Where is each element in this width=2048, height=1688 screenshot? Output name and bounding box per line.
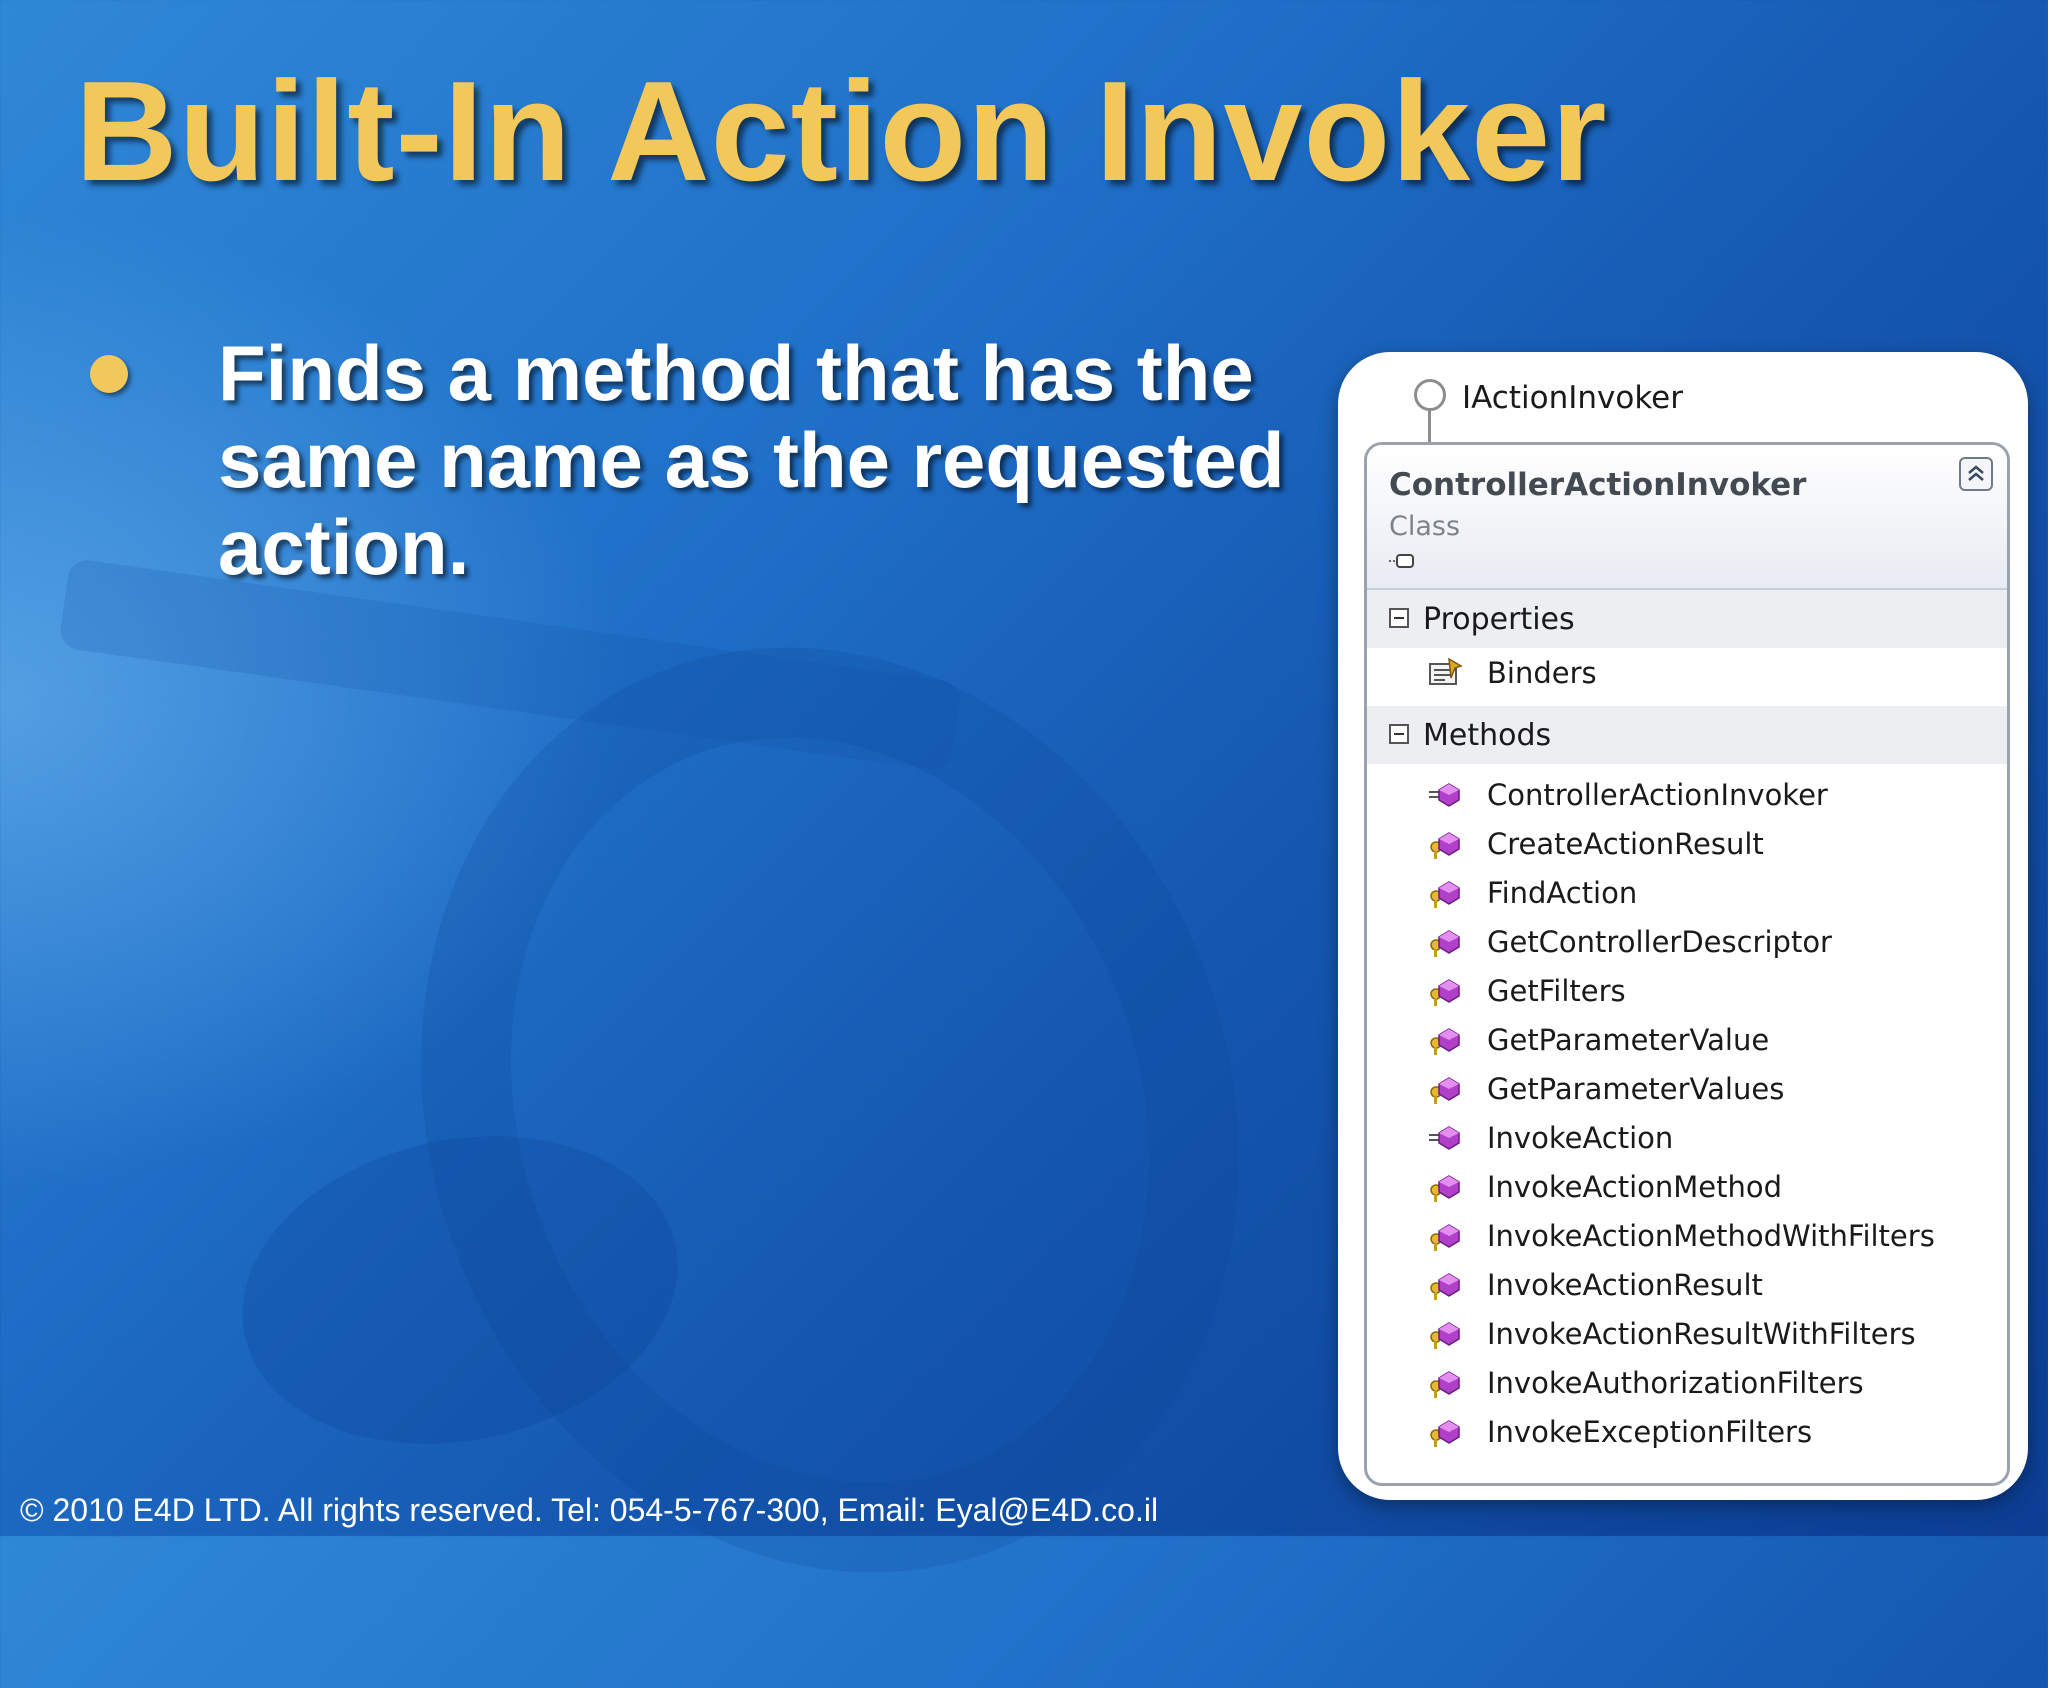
public-method-icon <box>1429 783 1460 807</box>
slide-title: Built-In Action Invoker <box>75 52 1608 211</box>
class-header[interactable]: ControllerActionInvoker Class <box>1367 445 2007 590</box>
method-label: InvokeActionResultWithFilters <box>1487 1317 1916 1351</box>
method-item[interactable]: InvokeActionMethodWithFilters <box>1367 1211 2007 1260</box>
class-diagram-panel: IActionInvoker ControllerActionInvoker C… <box>1338 352 2028 1500</box>
class-base-icon <box>1389 554 1414 568</box>
method-item[interactable]: InvokeExceptionFilters <box>1367 1407 2007 1456</box>
protected-method-icon <box>1430 1371 1460 1398</box>
collapse-icon[interactable] <box>1959 457 1993 491</box>
property-icon <box>1429 657 1463 685</box>
protected-method-icon <box>1430 1273 1460 1300</box>
methods-list: ControllerActionInvoker CreateActionResul… <box>1367 764 2007 1456</box>
method-item[interactable]: InvokeAuthorizationFilters <box>1367 1358 2007 1407</box>
collapse-properties-icon[interactable] <box>1389 608 1409 628</box>
method-label: InvokeActionMethodWithFilters <box>1487 1219 1935 1253</box>
method-label: InvokeAction <box>1487 1121 1674 1155</box>
method-item[interactable]: CreateActionResult <box>1367 819 2007 868</box>
method-item[interactable]: InvokeActionMethod <box>1367 1162 2007 1211</box>
protected-method-icon <box>1430 1420 1460 1447</box>
protected-method-icon <box>1430 1322 1460 1349</box>
watermark-oval <box>213 1097 707 1483</box>
interface-label: IActionInvoker <box>1462 380 1683 416</box>
method-label: InvokeExceptionFilters <box>1487 1415 1813 1449</box>
method-item[interactable]: InvokeActionResultWithFilters <box>1367 1309 2007 1358</box>
properties-section-header[interactable]: Properties <box>1367 590 2007 648</box>
method-item[interactable]: InvokeAction <box>1367 1113 2007 1162</box>
double-chevron-up-icon <box>1968 465 1984 481</box>
method-item[interactable]: GetControllerDescriptor <box>1367 917 2007 966</box>
method-label: GetParameterValues <box>1487 1072 1785 1106</box>
method-label: GetParameterValue <box>1487 1023 1770 1057</box>
method-item[interactable]: GetParameterValues <box>1367 1064 2007 1113</box>
method-label: GetControllerDescriptor <box>1487 925 1832 959</box>
method-label: InvokeActionResult <box>1487 1268 1763 1302</box>
interface-lollipop-icon <box>1414 379 1446 411</box>
property-label: Binders <box>1487 656 1597 690</box>
protected-method-icon <box>1430 881 1460 908</box>
methods-section-header[interactable]: Methods <box>1367 706 2007 764</box>
protected-method-icon <box>1430 1028 1460 1055</box>
bullet-text: Finds a method that has the same name as… <box>218 329 1285 591</box>
property-item[interactable]: Binders <box>1367 648 2007 702</box>
method-item[interactable]: InvokeActionResult <box>1367 1260 2007 1309</box>
properties-label: Properties <box>1423 602 1575 637</box>
protected-method-icon <box>1430 1224 1460 1251</box>
class-name: ControllerActionInvoker <box>1389 467 1807 503</box>
method-item[interactable]: FindAction <box>1367 868 2007 917</box>
protected-method-icon <box>1430 1077 1460 1104</box>
method-item[interactable]: GetFilters <box>1367 966 2007 1015</box>
method-item[interactable]: GetParameterValue <box>1367 1015 2007 1064</box>
collapse-methods-icon[interactable] <box>1389 724 1409 744</box>
protected-method-icon <box>1430 1175 1460 1202</box>
method-label: GetFilters <box>1487 974 1626 1008</box>
methods-label: Methods <box>1423 718 1552 753</box>
protected-method-icon <box>1430 832 1460 859</box>
protected-method-icon <box>1430 979 1460 1006</box>
method-item[interactable]: ControllerActionInvoker <box>1367 770 2007 819</box>
method-label: InvokeAuthorizationFilters <box>1487 1366 1864 1400</box>
method-label: FindAction <box>1487 876 1638 910</box>
interface-connector <box>1428 408 1431 442</box>
method-label: CreateActionResult <box>1487 827 1764 861</box>
protected-method-icon <box>1430 930 1460 957</box>
method-label: InvokeActionMethod <box>1487 1170 1783 1204</box>
bullet-dot-icon <box>90 355 128 393</box>
method-label: ControllerActionInvoker <box>1487 778 1828 812</box>
public-method-icon <box>1429 1126 1460 1150</box>
class-kind: Class <box>1389 511 1461 542</box>
class-shape[interactable]: ControllerActionInvoker Class Properties <box>1364 442 2010 1486</box>
footer-copyright: © 2010 E4D LTD. All rights reserved. Tel… <box>20 1492 1159 1528</box>
